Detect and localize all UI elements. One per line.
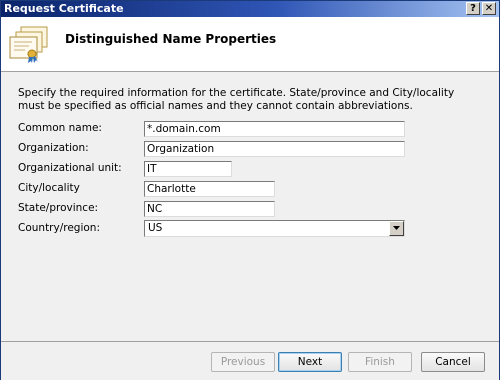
finish-button[interactable]: Finish <box>348 352 412 372</box>
organizational-unit-label: Organizational unit: <box>18 162 122 174</box>
state-label: State/province: <box>18 202 99 214</box>
certificate-stack-icon <box>9 26 48 63</box>
organization-label: Organization: <box>18 142 89 154</box>
window-title: Request Certificate <box>4 2 124 15</box>
instructions-text: Specify the required information for the… <box>18 87 455 112</box>
organizational-unit-field[interactable] <box>144 161 232 177</box>
request-certificate-dialog: Request Certificate ? ✕ Distinguished Na… <box>0 0 500 380</box>
page-heading: Distinguished Name Properties <box>65 32 277 46</box>
common-name-field[interactable] <box>144 121 405 137</box>
wizard-header: Distinguished Name Properties <box>1 17 499 72</box>
dropdown-arrow-button[interactable] <box>389 221 404 236</box>
city-field[interactable] <box>144 181 275 197</box>
country-selected-value: US <box>148 222 163 234</box>
previous-button[interactable]: Previous <box>211 352 275 372</box>
help-button[interactable]: ? <box>466 2 480 15</box>
country-select[interactable]: US <box>144 220 405 237</box>
title-bar[interactable]: Request Certificate ? ✕ <box>1 1 499 17</box>
city-label: City/locality <box>18 182 80 194</box>
organization-field[interactable] <box>144 141 405 157</box>
close-button[interactable]: ✕ <box>482 2 496 15</box>
cancel-button[interactable]: Cancel <box>421 352 485 372</box>
next-button[interactable]: Next <box>278 352 342 372</box>
chevron-down-icon <box>393 226 400 230</box>
country-label: Country/region: <box>18 222 100 234</box>
common-name-label: Common name: <box>18 122 102 134</box>
state-field[interactable] <box>144 201 275 217</box>
